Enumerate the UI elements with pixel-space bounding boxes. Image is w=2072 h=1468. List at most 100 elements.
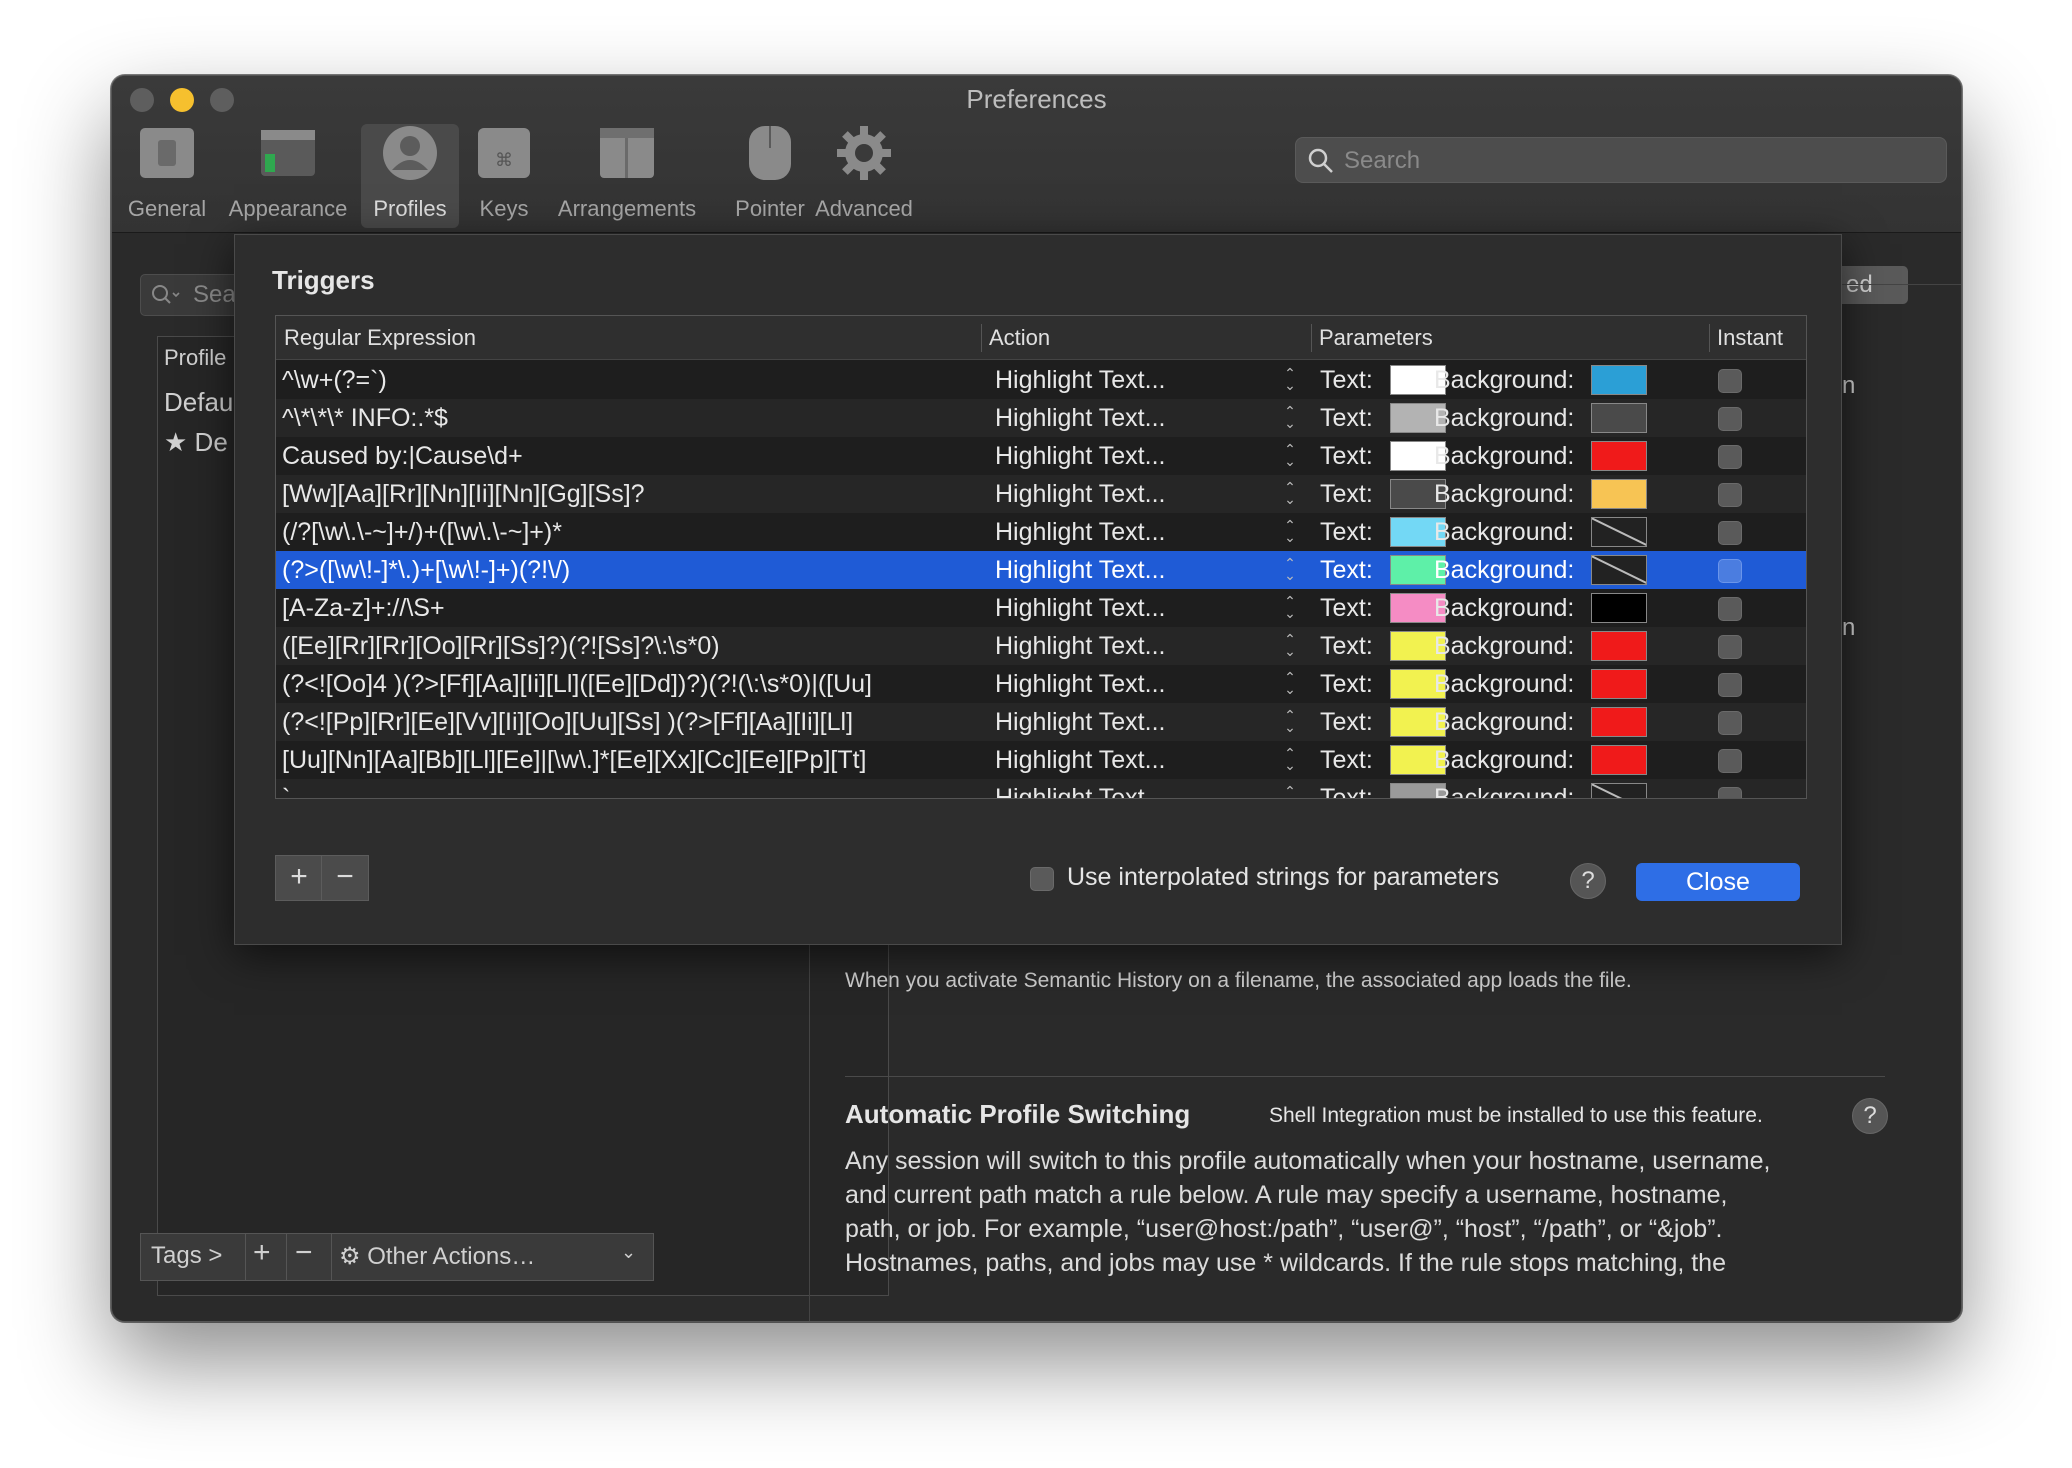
background-color-well[interactable] bbox=[1591, 441, 1647, 471]
chevron-updown-icon[interactable]: ⌃⌄ bbox=[1282, 404, 1298, 431]
appearance-icon bbox=[259, 124, 317, 182]
background-color-well[interactable] bbox=[1591, 593, 1647, 623]
instant-checkbox[interactable] bbox=[1718, 407, 1742, 431]
regex-cell[interactable]: ^\w+(?=`) bbox=[282, 361, 972, 399]
column-header-parameters[interactable]: Parameters bbox=[1311, 316, 1709, 360]
instant-checkbox[interactable] bbox=[1718, 521, 1742, 545]
chevron-updown-icon[interactable]: ⌃⌄ bbox=[1282, 442, 1298, 469]
action-popup[interactable]: Highlight Text... bbox=[995, 551, 1215, 589]
regex-cell[interactable]: [A-Za-z]+://\S+ bbox=[282, 589, 972, 627]
general-icon bbox=[138, 124, 196, 182]
instant-checkbox[interactable] bbox=[1718, 597, 1742, 621]
search-field[interactable] bbox=[1295, 137, 1947, 184]
table-row[interactable]: (?<![Pp][Rr][Ee][Vv][Ii][Oo][Uu][Ss] )(?… bbox=[276, 703, 1806, 741]
action-popup[interactable]: Highlight Text... bbox=[995, 589, 1215, 627]
table-row[interactable]: Caused by:|Cause\d+ Highlight Text... ⌃ ⌄ Te… bbox=[276, 437, 1806, 475]
table-row[interactable]: (/?[\w\.\-~]+/)+([\w\.\-~]+)* Highlight T… bbox=[276, 513, 1806, 551]
help-icon[interactable]: ? bbox=[1570, 863, 1606, 899]
tab-keys[interactable]: ⌘ Keys bbox=[464, 124, 544, 228]
regex-cell[interactable]: ` bbox=[282, 779, 972, 798]
regex-cell[interactable]: Caused by:|Cause\d+ bbox=[282, 437, 972, 475]
chevron-updown-icon[interactable]: ⌃⌄ bbox=[1282, 670, 1298, 697]
background-color-well[interactable] bbox=[1591, 517, 1647, 547]
action-popup[interactable]: Highlight Text... bbox=[995, 513, 1215, 551]
table-row[interactable]: ^\*\*\* INFO:.*$ Highlight Text... ⌃ ⌄ Text:… bbox=[276, 399, 1806, 437]
instant-checkbox[interactable] bbox=[1718, 483, 1742, 507]
table-row[interactable]: (?>([\w\!-]*\.)+[\w\!-]+)(?!\/) Highlight… bbox=[276, 551, 1806, 589]
search-input[interactable] bbox=[1342, 138, 1936, 184]
chevron-updown-icon[interactable]: ⌃⌄ bbox=[1282, 632, 1298, 659]
instant-checkbox[interactable] bbox=[1718, 787, 1742, 798]
profile-item-default[interactable]: Defau bbox=[164, 387, 233, 418]
remove-trigger-button[interactable]: − bbox=[321, 855, 369, 901]
regex-cell[interactable]: [Uu][Nn][Aa][Bb][Ll][Ee]|[\w\.]*[Ee][Xx]… bbox=[282, 741, 972, 779]
background-color-well[interactable] bbox=[1591, 403, 1647, 433]
triggers-title: Triggers bbox=[272, 265, 375, 295]
background-color-well[interactable] bbox=[1591, 669, 1647, 699]
instant-checkbox[interactable] bbox=[1718, 711, 1742, 735]
regex-cell[interactable]: [Ww][Aa][Rr][Nn][Ii][Nn][Gg][Ss]? bbox=[282, 475, 972, 513]
chevron-updown-icon[interactable]: ⌃⌄ bbox=[1282, 594, 1298, 621]
instant-checkbox[interactable] bbox=[1718, 445, 1742, 469]
action-popup[interactable]: Highlight Text... bbox=[995, 627, 1215, 665]
background-color-well[interactable] bbox=[1591, 783, 1647, 798]
background-color-well[interactable] bbox=[1591, 631, 1647, 661]
add-trigger-button[interactable]: + bbox=[275, 855, 323, 901]
background-color-well[interactable] bbox=[1591, 707, 1647, 737]
tags-button[interactable]: Tags > bbox=[151, 1242, 222, 1270]
action-popup[interactable]: Highlight Text... bbox=[995, 665, 1215, 703]
background-color-well[interactable] bbox=[1591, 555, 1647, 585]
regex-cell[interactable]: (?>([\w\!-]*\.)+[\w\!-]+)(?!\/) bbox=[282, 551, 972, 589]
action-popup[interactable]: Highlight Text... bbox=[995, 361, 1215, 399]
chevron-updown-icon[interactable]: ⌃⌄ bbox=[1282, 480, 1298, 507]
action-popup[interactable]: Highlight Text... bbox=[995, 779, 1215, 798]
tab-appearance[interactable]: Appearance bbox=[222, 124, 354, 228]
tab-arrangements[interactable]: Arrangements bbox=[544, 124, 710, 228]
table-row[interactable]: ` Highlight Text... ⌃⌄ Text: Background: bbox=[276, 779, 1806, 798]
add-profile-button[interactable]: + bbox=[253, 1236, 271, 1270]
action-popup[interactable]: Highlight Text... bbox=[995, 741, 1215, 779]
regex-cell[interactable]: ([Ee][Rr][Rr][Oo][Rr][Ss]?)(?![Ss]?\:\s*… bbox=[282, 627, 972, 665]
table-row[interactable]: [Ww][Aa][Rr][Nn][Ii][Nn][Gg][Ss]? Highlig… bbox=[276, 475, 1806, 513]
table-row[interactable]: [A-Za-z]+://\S+ Highlight Text... ⌃ ⌄ Text: B… bbox=[276, 589, 1806, 627]
regex-cell[interactable]: (?<![Oo]4 )(?>[Ff][Aa][Ii][Ll]([Ee][Dd])… bbox=[282, 665, 972, 703]
chevron-updown-icon[interactable]: ⌃⌄ bbox=[1282, 708, 1298, 735]
column-header-regex[interactable]: Regular Expression bbox=[276, 316, 981, 360]
interpolated-strings-checkbox[interactable] bbox=[1030, 867, 1054, 891]
background-color-well[interactable] bbox=[1591, 365, 1647, 395]
action-popup[interactable]: Highlight Text... bbox=[995, 475, 1215, 513]
tab-advanced[interactable]: Advanced bbox=[800, 124, 928, 228]
instant-checkbox[interactable] bbox=[1718, 673, 1742, 697]
action-popup[interactable]: Highlight Text... bbox=[995, 437, 1215, 475]
tab-general[interactable]: General bbox=[112, 124, 222, 228]
instant-checkbox[interactable] bbox=[1718, 559, 1742, 583]
table-row[interactable]: ([Ee][Rr][Rr][Oo][Rr][Ss]?)(?![Ss]?\:\s*… bbox=[276, 627, 1806, 665]
regex-cell[interactable]: (/?[\w\.\-~]+/)+([\w\.\-~]+)* bbox=[282, 513, 972, 551]
action-popup[interactable]: Highlight Text... bbox=[995, 703, 1215, 741]
background-color-well[interactable] bbox=[1591, 745, 1647, 775]
chevron-updown-icon[interactable]: ⌃⌄ bbox=[1282, 746, 1298, 773]
profile-item-default-star[interactable]: ★ De bbox=[164, 427, 228, 458]
chevron-updown-icon[interactable]: ⌃⌄ bbox=[1282, 556, 1298, 583]
table-row[interactable]: ^\w+(?=`) Highlight Text... ⌃ ⌄ Text: Backgro… bbox=[276, 361, 1806, 399]
action-popup[interactable]: Highlight Text... bbox=[995, 399, 1215, 437]
instant-checkbox[interactable] bbox=[1718, 749, 1742, 773]
background-color-well[interactable] bbox=[1591, 479, 1647, 509]
chevron-updown-icon[interactable]: ⌃⌄ bbox=[1282, 366, 1298, 393]
regex-cell[interactable]: (?<![Pp][Rr][Ee][Vv][Ii][Oo][Uu][Ss] )(?… bbox=[282, 703, 972, 741]
instant-checkbox[interactable] bbox=[1718, 635, 1742, 659]
table-row[interactable]: (?<![Oo]4 )(?>[Ff][Aa][Ii][Ll]([Ee][Dd])… bbox=[276, 665, 1806, 703]
column-header-instant[interactable]: Instant bbox=[1709, 316, 1806, 360]
close-button[interactable]: Close bbox=[1636, 863, 1800, 901]
chevron-updown-icon[interactable]: ⌃⌄ bbox=[1282, 518, 1298, 545]
remove-profile-button[interactable]: − bbox=[295, 1236, 313, 1270]
table-row[interactable]: [Uu][Nn][Aa][Bb][Ll][Ee]|[\w\.]*[Ee][Xx]… bbox=[276, 741, 1806, 779]
help-icon[interactable]: ? bbox=[1852, 1098, 1888, 1134]
instant-checkbox[interactable] bbox=[1718, 369, 1742, 393]
triggers-table[interactable]: Regular Expression Action Parameters Ins… bbox=[275, 315, 1807, 799]
tab-profiles[interactable]: Profiles bbox=[361, 124, 459, 228]
chevron-updown-icon[interactable]: ⌃⌄ bbox=[1282, 784, 1298, 798]
regex-cell[interactable]: ^\*\*\* INFO:.*$ bbox=[282, 399, 972, 437]
column-header-action[interactable]: Action bbox=[981, 316, 1311, 360]
other-actions-button[interactable]: ⚙ Other Actions… bbox=[339, 1242, 535, 1271]
